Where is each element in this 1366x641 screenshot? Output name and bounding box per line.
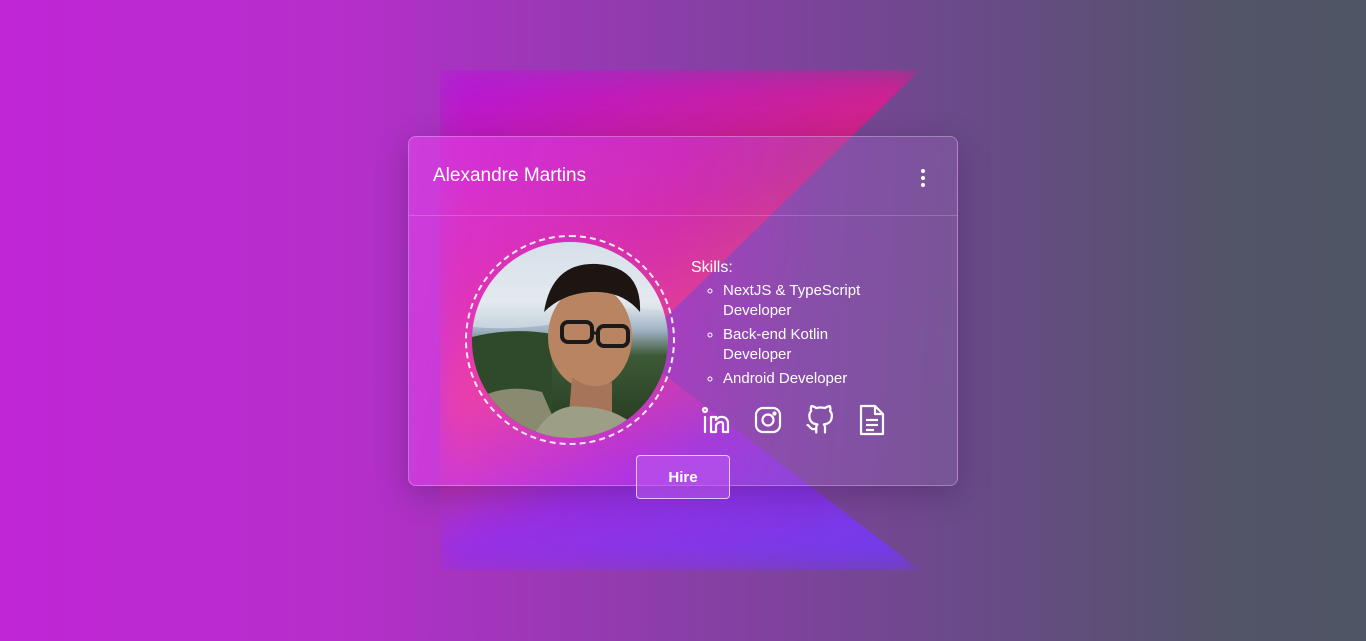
instagram-icon[interactable] [751,403,785,437]
avatar [472,242,668,438]
profile-name: Alexandre Martins [433,165,587,186]
social-links [699,403,889,437]
list-item: NextJS & TypeScript Developer [723,281,893,321]
more-vertical-icon[interactable] [913,164,933,192]
list-item: Android Developer [723,369,893,389]
skills-list: NextJS & TypeScript Developer Back-end K… [691,281,893,389]
avatar-frame [465,235,675,445]
linkedin-icon[interactable] [699,403,733,437]
skills-title: Skills: [691,259,733,276]
github-icon[interactable] [803,403,837,437]
avatar-photo [472,242,668,438]
hire-button[interactable]: Hire [636,455,730,499]
skills-section: Skills: NextJS & TypeScript Developer Ba… [691,259,893,393]
document-icon[interactable] [855,403,889,437]
list-item: Back-end Kotlin Developer [723,325,893,365]
card-header: Alexandre Martins [409,137,957,216]
profile-card: Alexandre Martins Skills: NextJS & TypeS [408,136,958,499]
